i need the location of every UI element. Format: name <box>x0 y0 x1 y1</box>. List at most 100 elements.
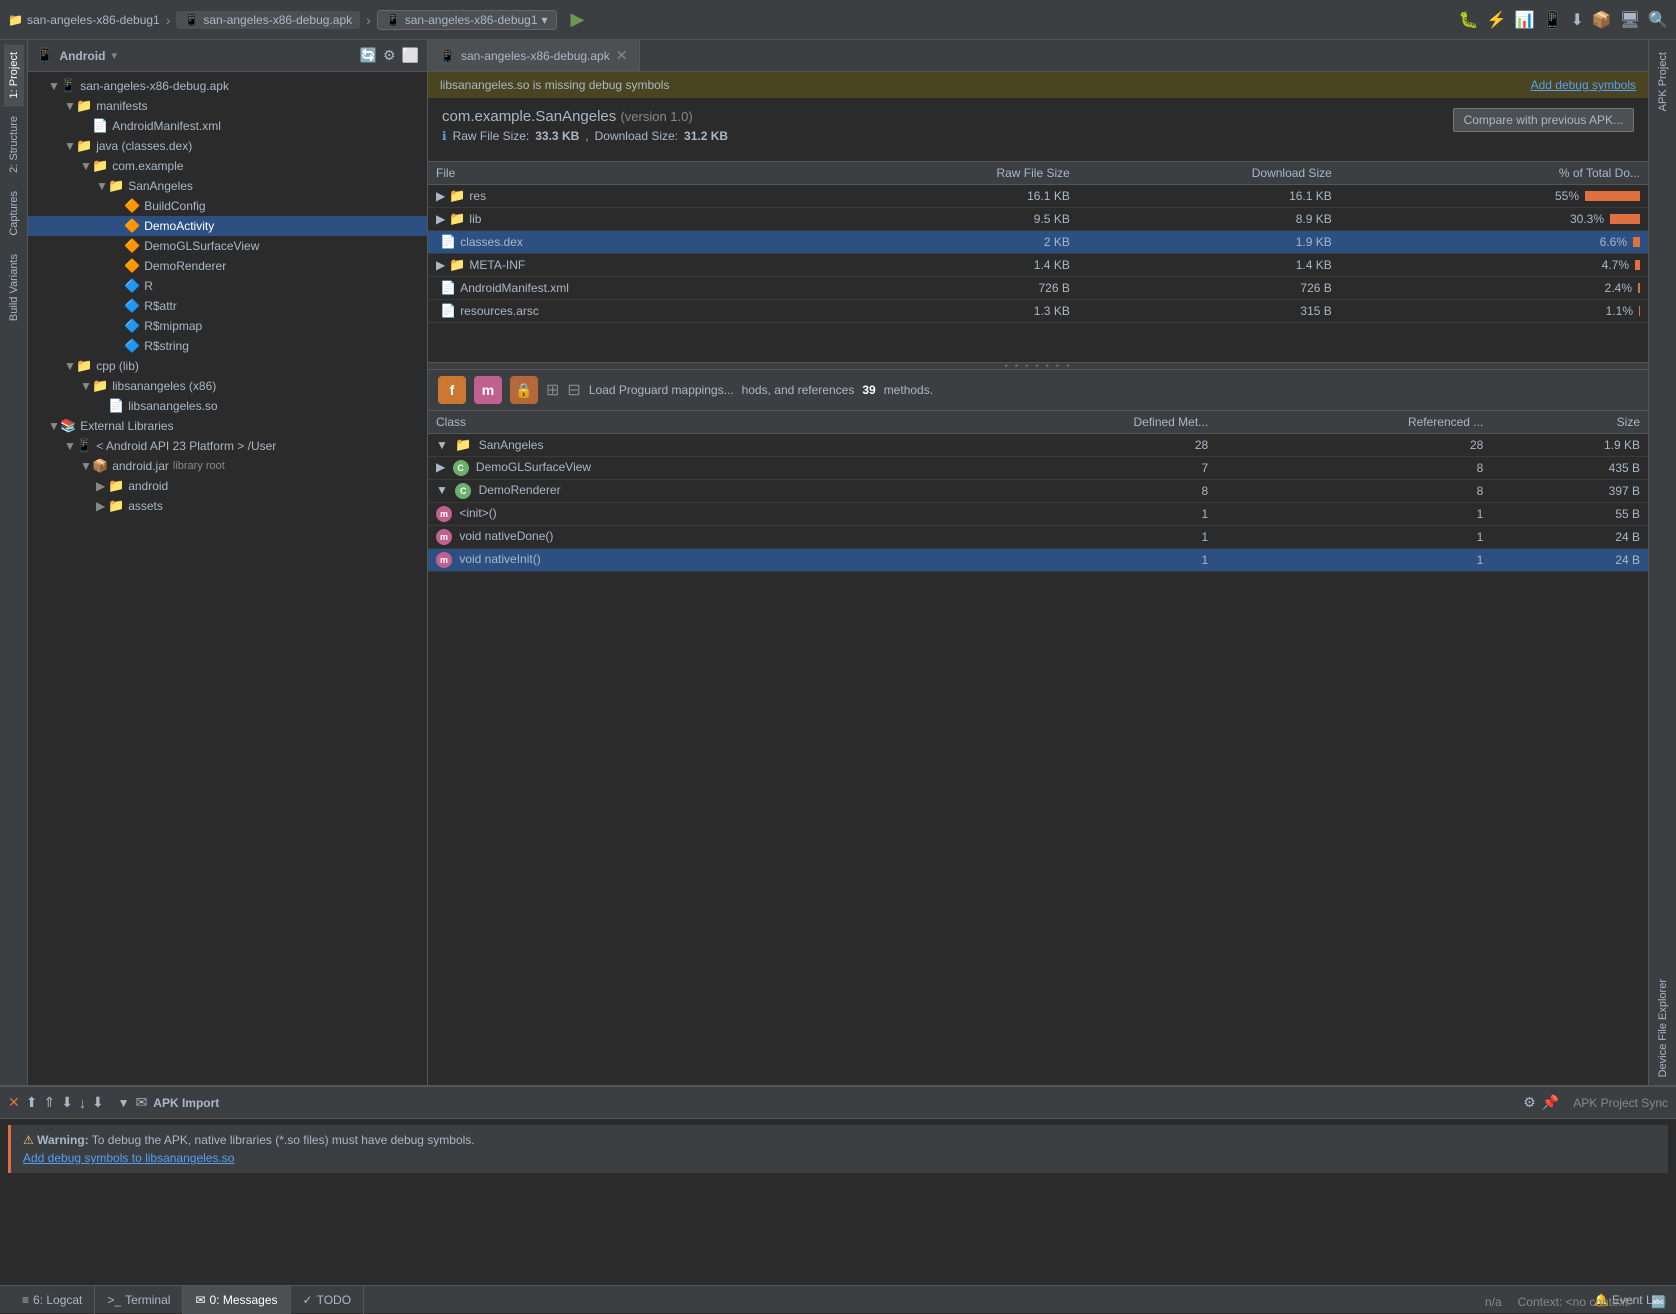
tree-node-android-folder[interactable]: ▶ 📁 android <box>28 476 427 496</box>
apk-icon: 📱 <box>184 13 199 27</box>
rstring-icon: 🔷 <box>124 338 140 354</box>
dex-methods-count: 39 <box>862 383 875 397</box>
compare-apk-button[interactable]: Compare with previous APK... <box>1453 108 1634 132</box>
tree-node-cpp[interactable]: ▼ 📁 cpp (lib) <box>28 356 427 376</box>
tree-node-apk[interactable]: ▼ 📱 san-angeles-x86-debug.apk <box>28 76 427 96</box>
tree-node-assets-folder[interactable]: ▶ 📁 assets <box>28 496 427 516</box>
sidebar-item-buildvariants[interactable]: Build Variants <box>4 246 24 329</box>
table-row[interactable]: ▶ C DemoGLSurfaceView 7 8 435 B <box>428 457 1648 480</box>
tree-node-demorenderer[interactable]: 🔶 DemoRenderer <box>28 256 427 276</box>
sidebar-item-apkproject[interactable]: APK Project <box>1655 44 1671 119</box>
todo-icon: ✓ <box>303 1293 313 1307</box>
sync-icon[interactable]: 🔄 <box>360 47 377 64</box>
bottom-settings-icon[interactable]: ⚙ <box>1523 1094 1536 1111</box>
status-tab-logcat[interactable]: ≡ 6: Logcat <box>10 1286 95 1314</box>
breadcrumb-project[interactable]: 📁 san-angeles-x86-debug1 <box>8 13 160 27</box>
download-icon[interactable]: ⬇ <box>1570 10 1583 30</box>
sidebar-item-structure[interactable]: 2: Structure <box>4 108 24 181</box>
dex-filter-referenced-button[interactable]: 🔒 <box>510 376 538 404</box>
warning-add-symbols-link[interactable]: Add debug symbols to libsanangeles.so <box>23 1151 234 1165</box>
collapse-arrow[interactable]: ▼ <box>118 1096 130 1110</box>
search-icon[interactable]: 🔍 <box>1648 10 1668 30</box>
table-row[interactable]: 📄AndroidManifest.xml 726 B 726 B 2.4% <box>428 277 1648 300</box>
bottom-pin-icon[interactable]: 📌 <box>1542 1094 1559 1111</box>
dex-filter-methods-button[interactable]: m <box>474 376 502 404</box>
tree-arrow-libsanangeles-folder: ▼ <box>80 379 92 393</box>
settings-icon[interactable]: ⚙ <box>383 47 396 64</box>
breadcrumb-apk-label: san-angeles-x86-debug.apk <box>203 13 352 27</box>
tree-node-demorenderer-label: DemoRenderer <box>144 259 226 273</box>
tree-node-java[interactable]: ▼ 📁 java (classes.dex) <box>28 136 427 156</box>
tree-node-r[interactable]: 🔷 R <box>28 276 427 296</box>
dropdown-arrow-icon: ▾ <box>542 13 548 27</box>
table-row[interactable]: 📄resources.arsc 1.3 KB 315 B 1.1% <box>428 300 1648 323</box>
table-row[interactable]: ▶📁res 16.1 KB 16.1 KB 55% <box>428 185 1648 208</box>
tree-node-rmipmap[interactable]: 🔷 R$mipmap <box>28 316 427 336</box>
device-icon[interactable]: 📱 <box>1543 10 1563 30</box>
raw-size-cell: 1.3 KB <box>834 300 1078 323</box>
file-name-cell: ▶📁lib <box>428 208 834 231</box>
tree-node-demoglsurfaceview[interactable]: 🔶 DemoGLSurfaceView <box>28 236 427 256</box>
comexample-folder-icon: 📁 <box>92 158 108 174</box>
status-tab-todo[interactable]: ✓ TODO <box>291 1286 365 1314</box>
horizontal-divider[interactable]: • • • • • • • <box>428 362 1648 370</box>
status-tab-terminal[interactable]: >_ Terminal <box>95 1286 183 1314</box>
dex-collapse-icon[interactable]: ⊟ <box>567 380 580 400</box>
table-row[interactable]: 📄classes.dex 2 KB 1.9 KB 6.6% <box>428 231 1648 254</box>
dex-expand-icon[interactable]: ⊞ <box>546 380 559 400</box>
status-encoding-icon: 🔤 <box>1651 1295 1666 1309</box>
dex-proguard-text[interactable]: Load Proguard mappings... <box>589 383 734 397</box>
sidebar-item-captures[interactable]: Captures <box>4 183 24 244</box>
tree-node-extlibs[interactable]: ▼ 📚 External Libraries <box>28 416 427 436</box>
apk-node-icon: 📱 <box>60 78 76 94</box>
table-row[interactable]: m void nativeInit() 1 1 24 B <box>428 549 1648 572</box>
table-row[interactable]: m void nativeDone() 1 1 24 B <box>428 526 1648 549</box>
tree-node-manifests[interactable]: ▼ 📁 manifests <box>28 96 427 116</box>
sidebar-item-devicefileexplorer[interactable]: Device File Explorer <box>1655 971 1671 1085</box>
arrow-down-icon[interactable]: ↓ <box>79 1095 86 1111</box>
tree-node-androidmanifest[interactable]: 📄 AndroidManifest.xml <box>28 116 427 136</box>
table-row[interactable]: ▶📁lib 9.5 KB 8.9 KB 30.3% <box>428 208 1648 231</box>
sidebar-item-project[interactable]: 1: Project <box>4 44 24 106</box>
tree-node-libsanangeles-so[interactable]: 📄 libsanangeles.so <box>28 396 427 416</box>
file-folder-icon: 📁 <box>449 257 465 272</box>
scroll-all-icon[interactable]: ⇑ <box>43 1094 55 1111</box>
tree-node-demoactivity-label: DemoActivity <box>144 219 214 233</box>
table-row[interactable]: ▼ C DemoRenderer 8 8 397 B <box>428 480 1648 503</box>
scroll-up-icon[interactable]: ⬆ <box>26 1094 38 1111</box>
config-dropdown[interactable]: 📱 san-angeles-x86-debug1 ▾ <box>377 10 557 30</box>
apk-tab[interactable]: 📱 san-angeles-x86-debug.apk ✕ <box>428 40 640 71</box>
close-apk-tab-button[interactable]: ✕ <box>616 47 628 64</box>
add-debug-symbols-link[interactable]: Add debug symbols <box>1531 78 1636 92</box>
pct-cell: 4.7% <box>1340 254 1648 277</box>
scroll-down-icon[interactable]: ⬇ <box>61 1094 73 1111</box>
tree-node-demoactivity[interactable]: 🔶 DemoActivity <box>28 216 427 236</box>
run-button[interactable]: ▶ <box>571 9 585 30</box>
referenced-cell: 8 <box>1216 457 1491 480</box>
tree-node-androidjar[interactable]: ▼ 📦 android.jar library root <box>28 456 427 476</box>
avd-icon[interactable]: 🖥 <box>1620 10 1640 30</box>
coverage-icon[interactable]: 📊 <box>1515 10 1535 30</box>
tree-node-androidapi[interactable]: ▼ 📱 < Android API 23 Platform > /User <box>28 436 427 456</box>
tree-node-comexample[interactable]: ▼ 📁 com.example <box>28 156 427 176</box>
table-row[interactable]: ▶📁META-INF 1.4 KB 1.4 KB 4.7% <box>428 254 1648 277</box>
status-tab-messages[interactable]: ✉ 0: Messages <box>183 1286 290 1314</box>
table-row[interactable]: ▼ 📁 SanAngeles 28 28 1.9 KB <box>428 434 1648 457</box>
stop-button[interactable]: ✕ <box>8 1094 20 1111</box>
tree-node-sanangeles[interactable]: ▼ 📁 SanAngeles <box>28 176 427 196</box>
breadcrumb-apk[interactable]: 📱 san-angeles-x86-debug.apk <box>176 11 360 29</box>
table-row[interactable]: m <init>() 1 1 55 B <box>428 503 1648 526</box>
tree-node-libsanangeles-folder[interactable]: ▼ 📁 libsanangeles (x86) <box>28 376 427 396</box>
project-dropdown-arrow[interactable]: ▾ <box>111 49 117 62</box>
profile-icon[interactable]: ⚡ <box>1487 10 1507 30</box>
sdk-icon[interactable]: 📦 <box>1592 10 1612 30</box>
collapse-icon[interactable]: ⬜ <box>402 47 419 64</box>
debug-icon[interactable]: 🐛 <box>1459 10 1479 30</box>
tree-node-buildconfig[interactable]: 🔶 BuildConfig <box>28 196 427 216</box>
messages-area: ⚠ Warning: To debug the APK, native libr… <box>0 1119 1676 1285</box>
tree-node-rstring[interactable]: 🔷 R$string <box>28 336 427 356</box>
dex-filter-fields-button[interactable]: f <box>438 376 466 404</box>
raw-size-cell: 9.5 KB <box>834 208 1078 231</box>
import-icon[interactable]: ⬇ <box>92 1094 104 1111</box>
tree-node-rattr[interactable]: 🔷 R$attr <box>28 296 427 316</box>
